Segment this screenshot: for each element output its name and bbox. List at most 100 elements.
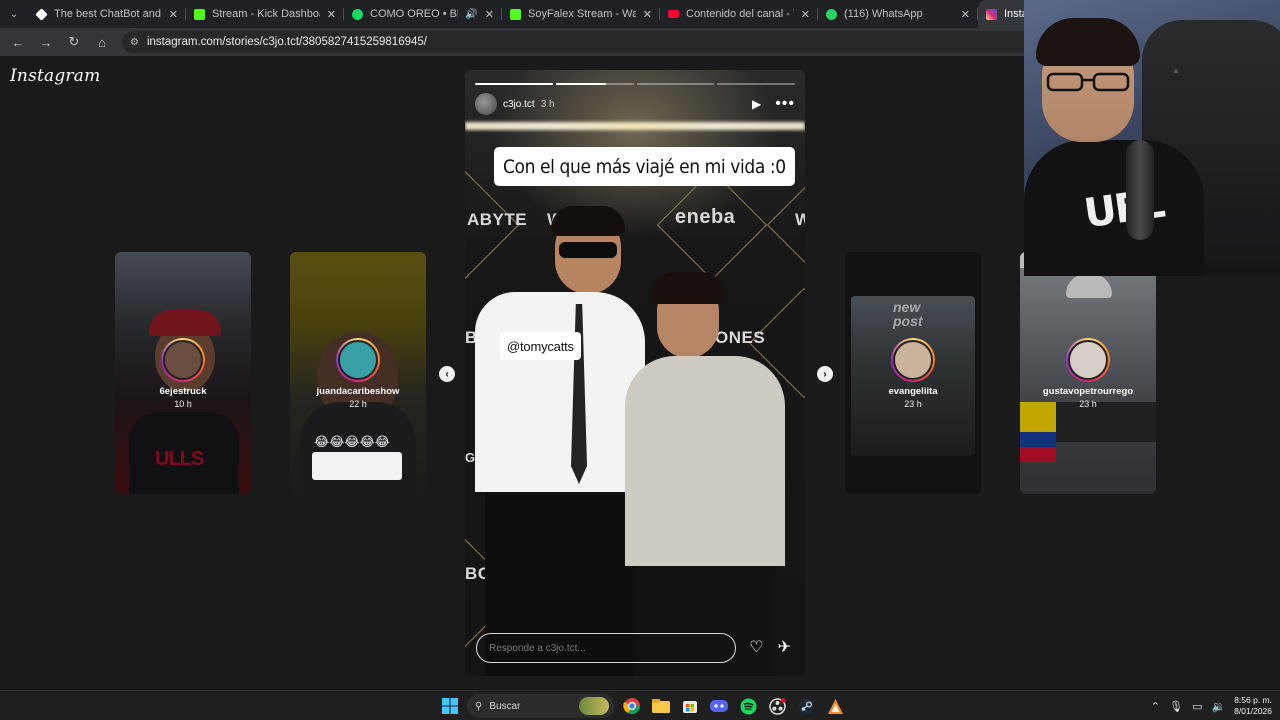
spotify-icon[interactable] bbox=[736, 694, 760, 718]
kick-favicon-icon bbox=[510, 8, 521, 20]
side-story-thumbnail[interactable]: new post evangeliita 23 h bbox=[845, 252, 981, 494]
speaker-icon[interactable]: 🔊 bbox=[465, 9, 477, 20]
side-story-time: 10 h bbox=[174, 399, 192, 409]
side-story-thumbnail[interactable]: gustavopetrourrego 23 h bbox=[1020, 252, 1156, 494]
close-icon[interactable]: ✕ bbox=[643, 8, 652, 21]
side-story-username: evangeliita bbox=[888, 386, 938, 397]
microphone bbox=[1126, 140, 1154, 240]
discord-icon[interactable] bbox=[707, 694, 731, 718]
close-icon[interactable]: ✕ bbox=[801, 8, 810, 21]
search-highlight-image bbox=[579, 697, 609, 715]
webcam-overlay: ▲ UEL bbox=[1024, 0, 1280, 276]
side-story-username: gustavopetrourrego bbox=[1042, 386, 1134, 397]
store-icon[interactable] bbox=[678, 694, 702, 718]
story-caption: Con el que más viajé en mi vida :0 bbox=[494, 147, 795, 186]
file-explorer-icon[interactable] bbox=[649, 694, 673, 718]
reload-icon[interactable]: ↻ bbox=[62, 30, 86, 54]
search-icon: ⚲ bbox=[475, 700, 483, 712]
system-clock[interactable]: 8:56 p. m. 8/01/2026 bbox=[1234, 695, 1272, 717]
chevron-left-icon: ‹ bbox=[445, 368, 449, 380]
tab-search-button[interactable]: ⌄ bbox=[0, 0, 28, 28]
site-info-icon[interactable]: ⚙ bbox=[130, 37, 139, 48]
chevron-right-icon: › bbox=[823, 368, 827, 380]
comment-screenshot bbox=[312, 452, 402, 480]
next-story-button[interactable]: › bbox=[817, 366, 833, 382]
previous-story-button[interactable]: ‹ bbox=[439, 366, 455, 382]
side-story-thumbnail[interactable]: ULLS 6ejestruck 10 h bbox=[115, 252, 251, 494]
tab-1[interactable]: Stream - Kick Dashboard ✕ bbox=[186, 0, 344, 28]
side-story-time: 23 h bbox=[1079, 399, 1097, 409]
story-progress bbox=[475, 83, 795, 85]
streamer-hair bbox=[1036, 18, 1140, 66]
url-text: instagram.com/stories/c3jo.tct/380582741… bbox=[146, 36, 427, 48]
side-story-username: juandacaribeshow bbox=[316, 386, 400, 397]
close-icon[interactable]: ✕ bbox=[327, 8, 336, 21]
whatsapp-favicon-icon bbox=[826, 8, 837, 20]
reply-input[interactable] bbox=[476, 633, 736, 663]
tab-0[interactable]: The best ChatBot and Widgets ✕ bbox=[28, 0, 186, 28]
main-story[interactable]: ABYTE W eneba W ONES BO GABYTE BC bbox=[465, 70, 805, 676]
chrome-icon[interactable] bbox=[620, 694, 644, 718]
instagram-logo[interactable]: Instagram bbox=[10, 66, 100, 86]
more-options-icon[interactable]: ••• bbox=[775, 95, 795, 113]
kick-favicon-icon bbox=[194, 8, 205, 20]
story-author-username[interactable]: c3jo.tct bbox=[503, 99, 535, 110]
windows-taskbar: ⚲ Buscar ⌃ 🎙 ▭ 🔉 8:56 p. m. 8/01/2026 bbox=[0, 690, 1280, 720]
tab-2[interactable]: COMO OREO • Blessd, Fue 🔊 ✕ bbox=[344, 0, 502, 28]
heart-icon[interactable]: ♡ bbox=[749, 637, 763, 657]
network-icon[interactable]: ▭ bbox=[1192, 700, 1202, 713]
taskbar-search[interactable]: ⚲ Buscar bbox=[467, 694, 615, 718]
emoji-row: 😂😂😂😂😂 bbox=[314, 434, 390, 449]
story-avatar bbox=[336, 338, 380, 382]
story-avatar bbox=[891, 338, 935, 382]
tab-3[interactable]: SoyFalex Stream - Watch Live o ✕ bbox=[502, 0, 660, 28]
search-label: Buscar bbox=[489, 700, 521, 712]
chair-logo-icon: ▲ bbox=[1172, 66, 1181, 75]
forward-arrow-icon[interactable]: → bbox=[34, 30, 58, 54]
chevron-up-icon[interactable]: ⌃ bbox=[1151, 700, 1160, 713]
story-avatar bbox=[1066, 338, 1110, 382]
tab-title: Contenido del canal - YouTube bbox=[686, 8, 794, 20]
close-icon[interactable]: ✕ bbox=[485, 8, 494, 21]
side-story-thumbnail[interactable]: juandacaribeshow 22 h 😂😂😂😂😂 bbox=[290, 252, 426, 494]
progress-segment bbox=[475, 83, 553, 85]
microphone-icon[interactable]: 🎙 bbox=[1169, 700, 1183, 713]
backdrop-text: eneba bbox=[675, 206, 736, 228]
address-bar[interactable]: ⚙ instagram.com/stories/c3jo.tct/3805827… bbox=[122, 31, 1042, 53]
clock-time: 8:56 p. m. bbox=[1234, 695, 1272, 705]
mention-sticker[interactable]: @tomycatts bbox=[500, 332, 581, 360]
windows-start-icon[interactable] bbox=[438, 694, 462, 718]
story-author-avatar[interactable] bbox=[475, 93, 497, 115]
side-story-time: 22 h bbox=[349, 399, 367, 409]
tab-title: Stream - Kick Dashboard bbox=[212, 8, 320, 20]
side-story-username: 6ejestruck bbox=[159, 386, 207, 397]
glasses-icon bbox=[1046, 72, 1130, 92]
tab-title: The best ChatBot and Widgets bbox=[54, 8, 162, 20]
youtube-favicon-icon bbox=[668, 10, 679, 18]
obs-icon[interactable] bbox=[765, 694, 789, 718]
spotify-favicon-icon bbox=[352, 8, 363, 20]
steam-icon[interactable] bbox=[794, 694, 818, 718]
story-avatar bbox=[161, 338, 205, 382]
tab-title: COMO OREO • Blessd, Fue bbox=[370, 8, 458, 20]
home-icon[interactable]: ⌂ bbox=[90, 30, 114, 54]
clock-date: 8/01/2026 bbox=[1234, 706, 1272, 716]
person-right bbox=[625, 270, 805, 676]
instagram-favicon-icon bbox=[986, 8, 997, 20]
volume-icon[interactable]: 🔉 bbox=[1211, 700, 1225, 713]
send-icon[interactable]: ✈ bbox=[778, 637, 791, 657]
play-icon[interactable]: ▶ bbox=[752, 97, 761, 111]
chatbot-favicon-icon bbox=[35, 7, 48, 21]
app-icon[interactable] bbox=[823, 694, 847, 718]
tab-5[interactable]: (116) WhatsApp ✕ bbox=[818, 0, 978, 28]
close-icon[interactable]: ✕ bbox=[169, 8, 178, 21]
stage-lights bbox=[465, 122, 805, 130]
close-icon[interactable]: ✕ bbox=[961, 8, 970, 21]
story-time: 3 h bbox=[540, 98, 555, 110]
tab-4[interactable]: Contenido del canal - YouTube ✕ bbox=[660, 0, 818, 28]
tab-title: (116) WhatsApp bbox=[844, 8, 923, 20]
progress-segment bbox=[555, 83, 607, 85]
side-story-time: 23 h bbox=[904, 399, 922, 409]
back-arrow-icon[interactable]: ← bbox=[6, 30, 30, 54]
tab-title: SoyFalex Stream - Watch Live o bbox=[528, 8, 636, 20]
